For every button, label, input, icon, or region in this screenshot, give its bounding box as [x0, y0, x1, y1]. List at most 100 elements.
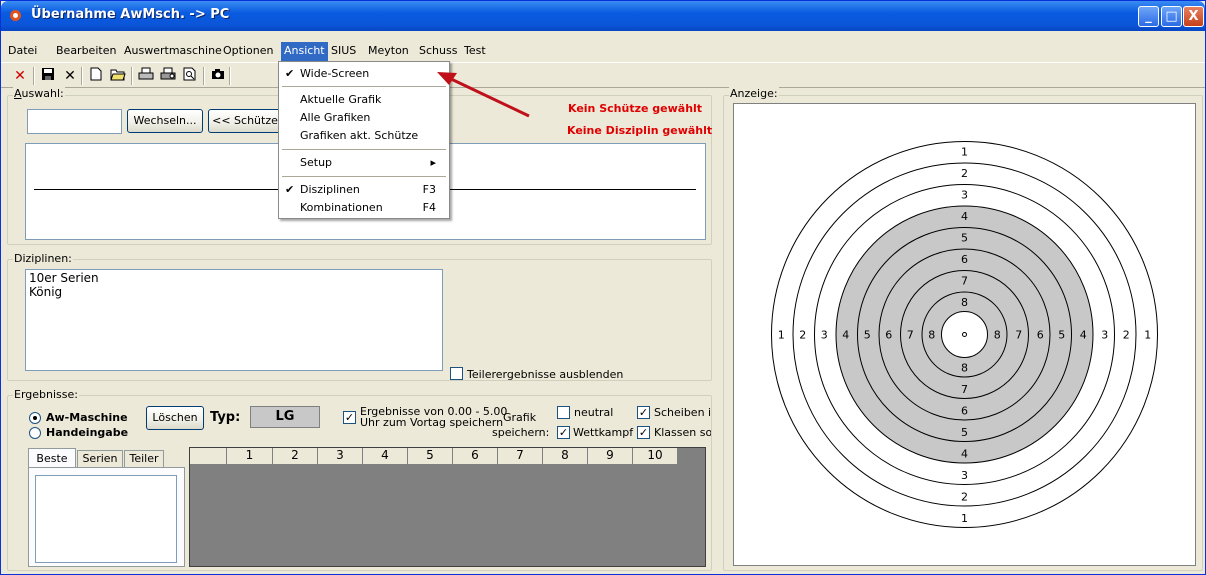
maximize-button[interactable]: □	[1161, 6, 1182, 27]
ring-number-label: 3	[821, 329, 828, 342]
typ-label: Typ:	[210, 410, 241, 425]
ring-number-label: 1	[778, 329, 785, 342]
tab-teiler[interactable]: Teiler	[124, 450, 164, 468]
ring-number-label: 6	[961, 253, 968, 266]
app-icon[interactable]	[10, 10, 21, 21]
schuetze-input[interactable]	[27, 109, 122, 134]
aw-maschine-label: Aw-Maschine	[46, 411, 128, 424]
menu-test[interactable]: Test	[461, 42, 489, 61]
menu-datei[interactable]: Datei	[5, 42, 40, 61]
menu-item-aktuelle-grafik[interactable]: Aktuelle Grafik	[280, 91, 448, 109]
menu-schuss[interactable]: Schuss	[416, 42, 460, 61]
save-icon[interactable]	[39, 67, 57, 85]
menu-item-setup[interactable]: Setup ▸	[280, 154, 448, 172]
column-header: 2	[273, 448, 318, 464]
menu-item-wide-screen[interactable]: ✔ Wide-Screen	[280, 65, 448, 83]
menu-ansicht[interactable]: Ansicht	[281, 42, 328, 61]
list-item[interactable]: König	[29, 285, 439, 299]
close-window-button[interactable]: X	[1183, 6, 1204, 27]
menu-bar: Datei Bearbeiten Auswertmaschine Optione…	[1, 42, 1205, 61]
ring-number-label: 7	[907, 329, 914, 342]
ring-number-label: 3	[1101, 329, 1108, 342]
target-svg: 1 1 1 1 2 2 2 2 3 3 3 3 4 4 4 4 5 5 5 5 6 6 6 6 7 7 7 7 8 8 8 8	[771, 141, 1158, 528]
toolbar-separator	[81, 67, 83, 85]
beste-list[interactable]	[35, 475, 177, 563]
disziplinen-label: Diziplinen:	[13, 252, 73, 265]
ring-number-label: 4	[961, 447, 968, 460]
ring-number-label: 8	[928, 329, 935, 342]
speichern-label: speichern:	[492, 426, 550, 439]
ring-number-label: 6	[1037, 329, 1044, 342]
ring-number-label: 4	[842, 329, 849, 342]
menu-item-alle-grafiken[interactable]: Alle Grafiken	[280, 109, 448, 127]
ring-number-label: 7	[961, 383, 968, 396]
ring-number-label: 5	[961, 426, 968, 439]
submenu-arrow-icon: ▸	[430, 156, 436, 169]
neutral-checkbox[interactable]	[557, 406, 570, 419]
neutral-label: neutral	[574, 406, 614, 419]
column-header: 9	[588, 448, 633, 464]
scheiben-label: Scheiben in	[654, 406, 711, 419]
annotation-arrow-icon	[437, 72, 530, 118]
ring-number-label: 2	[799, 329, 806, 342]
grid-corner	[190, 448, 227, 464]
delete-icon[interactable]: ✕	[61, 67, 79, 85]
ring-number-label: 5	[864, 329, 871, 342]
column-header: 7	[498, 448, 543, 464]
check-mark-icon: ✔	[285, 183, 295, 196]
ring-number-label: 2	[1123, 329, 1130, 342]
ring-number-label: 1	[961, 512, 968, 525]
wettkampf-label: Wettkampf	[573, 426, 634, 439]
print-preview-icon[interactable]	[181, 67, 199, 85]
column-header: 4	[363, 448, 408, 464]
toolbar-separator	[203, 67, 205, 85]
tab-serien[interactable]: Serien	[77, 450, 123, 468]
ring-number-label: 7	[1015, 329, 1022, 342]
ring-number-label: 4	[961, 210, 968, 223]
tab-beste[interactable]: Beste	[28, 448, 76, 468]
scheiben-checkbox[interactable]: ✓	[637, 406, 650, 419]
wechseln-button[interactable]: Wechseln...	[127, 109, 203, 133]
wettkampf-checkbox[interactable]: ✓	[557, 426, 570, 439]
results-grid[interactable]: 1 2 3 4 5 6 7 8 9 10	[189, 447, 706, 567]
minimize-button[interactable]: _	[1138, 6, 1159, 27]
toolbar: ✕ ✕	[1, 62, 1205, 88]
klassen-label: Klassen sofc	[654, 426, 711, 439]
column-header: 3	[318, 448, 363, 464]
new-doc-icon[interactable]	[87, 67, 105, 85]
handeingabe-radio[interactable]	[29, 427, 41, 439]
menu-optionen[interactable]: Optionen	[220, 42, 276, 61]
menu-auswertmaschine[interactable]: Auswertmaschine	[121, 42, 225, 61]
open-folder-icon[interactable]	[109, 67, 127, 85]
menu-sius[interactable]: SIUS	[328, 42, 359, 61]
ring-number-label: 3	[961, 469, 968, 482]
anzeige-label: Anzeige:	[729, 87, 779, 100]
grafik-label: Grafik	[503, 411, 537, 424]
column-header: 6	[453, 448, 498, 464]
ring-number-label: 6	[961, 404, 968, 417]
ansicht-dropdown-menu: ✔ Wide-Screen Aktuelle Grafik Alle Grafi…	[278, 61, 450, 219]
print-icon[interactable]	[137, 67, 155, 85]
menu-item-kombinationen[interactable]: Kombinationen F4	[280, 199, 448, 217]
aw-maschine-radio[interactable]	[29, 412, 41, 424]
column-header: 10	[633, 448, 678, 464]
grid-header: 1 2 3 4 5 6 7 8 9 10	[190, 448, 678, 465]
klassen-checkbox[interactable]: ✓	[637, 426, 650, 439]
ring-number-label: 2	[961, 167, 968, 180]
menu-bearbeiten[interactable]: Bearbeiten	[53, 42, 119, 61]
target-ring	[941, 311, 988, 358]
schuetze-back-button[interactable]: << Schütze	[208, 109, 282, 133]
menu-item-disziplinen[interactable]: ✔ Disziplinen F3	[280, 181, 448, 199]
close-x-red-icon[interactable]: ✕	[11, 67, 29, 85]
ergebnisse-label: Ergebnisse:	[13, 388, 79, 401]
loeschen-button[interactable]: Löschen	[146, 406, 204, 430]
teilerergebnisse-checkbox[interactable]	[450, 367, 463, 380]
column-header: 8	[543, 448, 588, 464]
menu-item-grafiken-akt-schuetze[interactable]: Grafiken akt. Schütze	[280, 127, 448, 145]
camera-icon[interactable]	[209, 67, 227, 85]
list-item[interactable]: 10er Serien	[29, 271, 439, 285]
print-setup-icon[interactable]	[159, 67, 177, 85]
menu-meyton[interactable]: Meyton	[365, 42, 412, 61]
disziplinen-list[interactable]: 10er Serien König	[25, 269, 443, 371]
ergebnisse-checkbox[interactable]: ✓	[343, 411, 356, 424]
